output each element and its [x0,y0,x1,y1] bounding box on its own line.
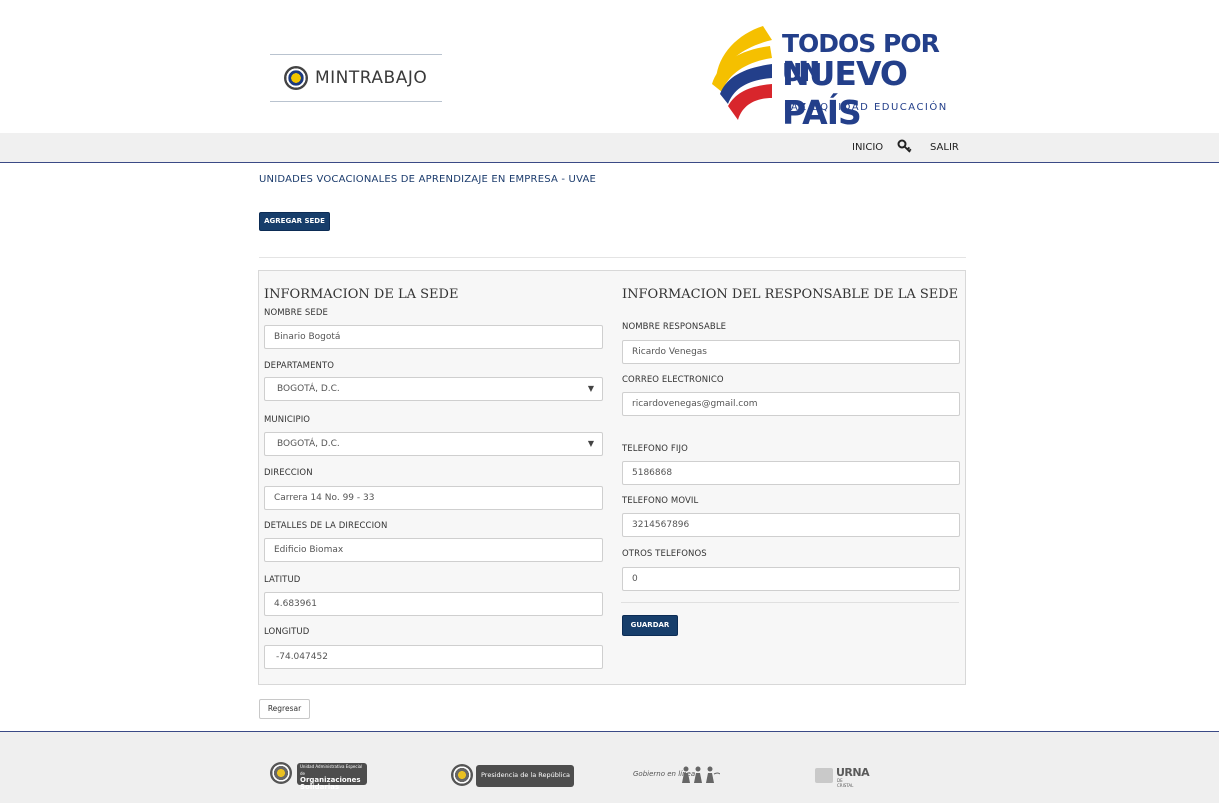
colombia-seal-icon [284,66,308,90]
regresar-button[interactable]: Regresar [259,699,310,719]
correo-label: CORREO ELECTRONICO [622,375,724,385]
telefono-fijo-input[interactable]: 5186868 [622,461,960,485]
footer: Unidad Administrativa Especial de Organi… [0,731,1219,803]
mintrabajo-logo[interactable]: MINTRABAJO [270,54,442,102]
departamento-select[interactable]: BOGOTÁ, D.C. ▼ [264,377,603,401]
ministry-name: MINTRABAJO [315,68,428,88]
departamento-value: BOGOTÁ, D.C. [277,384,340,394]
latitud-input[interactable]: 4.683961 [264,592,603,616]
key-icon[interactable] [897,138,915,154]
add-sede-button[interactable]: AGREGAR SEDE [259,212,330,231]
municipio-label: MUNICIPIO [264,415,311,425]
dropdown-arrow-icon: ▼ [587,439,594,448]
colombia-seal-icon [451,764,473,786]
flag-swoosh-icon [712,26,772,120]
todos-por-un-nuevo-pais-logo: TODOS POR UN NUEVO PAÍS PAZ EQUIDAD EDUC… [708,24,948,132]
urna-box-icon [815,768,833,783]
divider [259,257,966,258]
guardar-button[interactable]: GUARDAR [622,615,678,636]
nombre-responsable-input[interactable]: Ricardo Venegas [622,340,960,364]
nombre-responsable-label: NOMBRE RESPONSABLE [622,322,727,332]
detalles-direccion-label: DETALLES DE LA DIRECCION [264,521,388,531]
header: MINTRABAJO TODOS POR UN NUEVO PAÍS PAZ E… [0,0,1219,133]
footer-logo4-line2: DE CRISTAL [837,778,854,788]
detalles-direccion-input[interactable]: Edificio Biomax [264,538,603,562]
nav-salir-link[interactable]: SALIR [930,142,959,153]
municipio-select[interactable]: BOGOTÁ, D.C. ▼ [264,432,603,456]
nav-inicio-link[interactable]: INICIO [852,142,883,153]
otros-telefonos-input[interactable]: 0 [622,567,960,591]
divider [621,602,959,603]
latitud-label: LATITUD [264,575,301,585]
organizaciones-box: Unidad Administrativa Especial de Organi… [297,763,367,790]
colombia-seal-icon [270,762,292,784]
telefono-movil-label: TELEFONO MOVIL [622,496,699,506]
dropdown-arrow-icon: ▼ [587,384,594,393]
departamento-label: DEPARTAMENTO [264,361,335,371]
nombre-sede-label: NOMBRE SEDE [264,308,328,318]
direccion-input[interactable]: Carrera 14 No. 99 - 33 [264,486,603,510]
longitud-label: LONGITUD [264,627,310,637]
otros-telefonos-label: OTROS TELEFONOS [622,549,707,559]
sede-section-title: INFORMACION DE LA SEDE [264,287,459,302]
telefono-fijo-label: TELEFONO FIJO [622,444,688,454]
footer-logo2-text: Presidencia de la República [476,765,574,787]
nombre-sede-input[interactable]: Binario Bogotá [264,325,603,349]
municipio-value: BOGOTÁ, D.C. [277,439,340,449]
campaign-line2: NUEVO PAÍS [782,54,908,132]
top-navbar: INICIO SALIR [0,133,1219,163]
direccion-label: DIRECCION [264,468,313,478]
campaign-line3: PAZ EQUIDAD EDUCACIÓN [784,102,948,113]
correo-input[interactable]: ricardovenegas@gmail.com [622,392,960,416]
footer-logo1-line3: Solidarias [300,782,340,791]
people-icon [682,766,720,783]
responsable-section-title: INFORMACION DEL RESPONSABLE DE LA SEDE [622,287,959,302]
telefono-movil-input[interactable]: 3214567896 [622,513,960,537]
longitud-input[interactable]: -74.047452 [264,645,603,669]
page-title: UNIDADES VOCACIONALES DE APRENDIZAJE EN … [259,174,597,185]
